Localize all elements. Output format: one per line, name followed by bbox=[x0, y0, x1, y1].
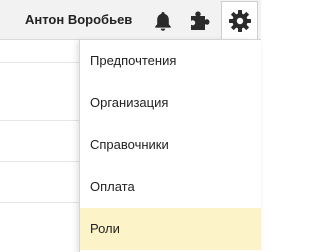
menu-item-payment[interactable]: Оплата bbox=[80, 166, 261, 208]
menu-item-organization[interactable]: Организация bbox=[80, 82, 261, 124]
row-divider bbox=[0, 120, 90, 121]
menu-item-directories[interactable]: Справочники bbox=[80, 124, 261, 166]
row-divider bbox=[0, 161, 90, 162]
user-name[interactable]: Антон Воробьев bbox=[25, 12, 132, 27]
row-divider bbox=[0, 62, 90, 63]
top-header: Антон Воробьев bbox=[0, 0, 261, 41]
gear-icon bbox=[229, 10, 251, 32]
bell-icon[interactable] bbox=[152, 10, 174, 37]
row-divider bbox=[0, 202, 90, 203]
settings-button[interactable] bbox=[221, 1, 258, 41]
puzzle-icon[interactable] bbox=[187, 9, 211, 38]
background-list bbox=[0, 40, 90, 252]
menu-item-preferences[interactable]: Предпочтения bbox=[80, 40, 261, 82]
menu-item-roles[interactable]: Роли bbox=[80, 208, 261, 250]
settings-dropdown-menu: Предпочтения Организация Справочники Опл… bbox=[79, 39, 261, 252]
